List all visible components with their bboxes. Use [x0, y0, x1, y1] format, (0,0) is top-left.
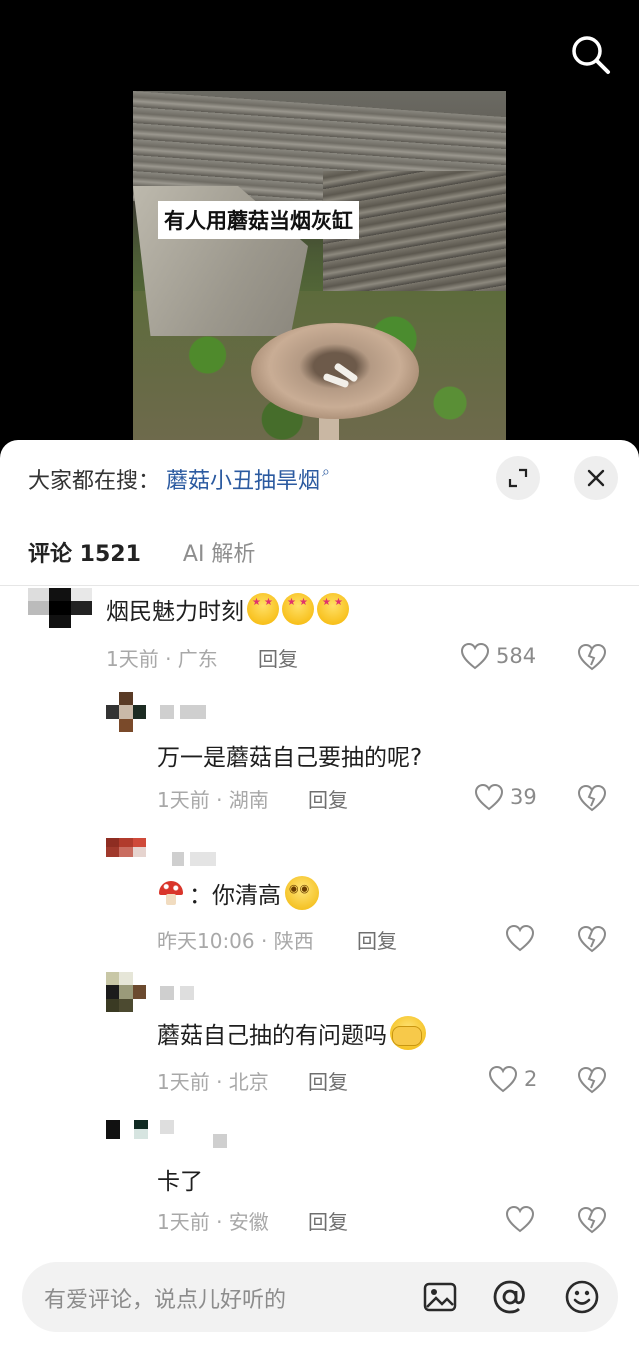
- reply-button[interactable]: 回复: [357, 925, 397, 954]
- comment-time-location: 1天前 · 北京: [157, 1070, 269, 1094]
- dislike-button[interactable]: [577, 925, 607, 957]
- emoji-button[interactable]: [564, 1279, 600, 1315]
- comment-tabs: 评论 1521 AI 解析: [28, 534, 255, 570]
- at-icon: [493, 1280, 525, 1314]
- image-button[interactable]: [422, 1279, 458, 1315]
- smiley-icon: [565, 1280, 599, 1314]
- comment-time-location: 昨天10:06 · 陕西: [157, 929, 314, 953]
- mushroom-emoji-icon: [157, 879, 185, 907]
- close-button[interactable]: [574, 456, 618, 500]
- username-blurred: [213, 1134, 227, 1148]
- comment-input-bar[interactable]: 有爱评论，说点儿好听的: [22, 1262, 618, 1332]
- expand-button[interactable]: [496, 456, 540, 500]
- reply-button[interactable]: 回复: [308, 1066, 348, 1095]
- facepalm-emoji-icon: [390, 1016, 426, 1050]
- comment-time-location: 1天前 · 安徽: [157, 1210, 269, 1234]
- comment-sheet: 大家都在搜： 蘑菇小丑抽旱烟 ⌕ 评论 1521 AI 解析 烟民魅力时刻 ★ …: [0, 440, 639, 1347]
- comment-body: 烟民魅力时刻: [106, 599, 244, 625]
- search-icon: [572, 36, 610, 74]
- username-blurred: [160, 705, 206, 719]
- comment-body: 万一是蘑菇自己要抽的呢?: [157, 745, 423, 771]
- comment-text: 万一是蘑菇自己要抽的呢?: [157, 738, 422, 772]
- heart-icon: [474, 783, 504, 811]
- dislike-button[interactable]: [577, 1066, 607, 1098]
- heart-icon: [460, 642, 490, 670]
- tab-comments[interactable]: 评论 1521: [28, 536, 141, 568]
- like-count: 2: [524, 1067, 538, 1091]
- tab-ai-analysis[interactable]: AI 解析: [183, 536, 256, 568]
- username-blurred: [160, 986, 194, 1000]
- close-icon: [587, 469, 605, 487]
- video-area[interactable]: 有人用蘑菇当烟灰缸: [0, 0, 639, 460]
- like-count: 39: [510, 785, 537, 809]
- username-blurred: [172, 852, 216, 866]
- trending-prefix: 大家都在搜：: [28, 469, 161, 494]
- avatar[interactable]: [106, 1120, 148, 1148]
- mention-button[interactable]: [492, 1279, 528, 1315]
- star-eyes-emoji-icon: [317, 593, 349, 625]
- star-eyes-emoji-icon: [282, 593, 314, 625]
- search-button[interactable]: [566, 30, 614, 78]
- avatar[interactable]: [106, 692, 146, 732]
- like-button[interactable]: 2: [488, 1065, 537, 1093]
- divider: [0, 585, 639, 586]
- dislike-button[interactable]: [577, 784, 607, 816]
- expand-icon: [508, 468, 528, 488]
- broken-heart-icon: [577, 1206, 607, 1234]
- username-blurred: [160, 1120, 174, 1134]
- avatar[interactable]: [28, 588, 92, 628]
- comment-body: 蘑菇自己抽的有问题吗: [157, 1023, 387, 1049]
- comment-text: 烟民魅力时刻: [106, 592, 349, 626]
- heart-icon: [505, 924, 535, 952]
- broken-heart-icon: [577, 784, 607, 812]
- comment-text: 蘑菇自己抽的有问题吗: [157, 1016, 426, 1050]
- mushroom-cap: [251, 323, 419, 419]
- like-button[interactable]: [505, 924, 541, 952]
- trending-search[interactable]: 大家都在搜： 蘑菇小丑抽旱烟 ⌕: [28, 462, 330, 496]
- comment-input[interactable]: 有爱评论，说点儿好听的: [44, 1282, 286, 1314]
- dislike-button[interactable]: [577, 643, 607, 675]
- like-button[interactable]: [505, 1205, 541, 1233]
- comment-time-location: 1天前 · 广东: [106, 647, 218, 671]
- heart-icon: [505, 1205, 535, 1233]
- comment-time-location: 1天前 · 湖南: [157, 788, 269, 812]
- like-button[interactable]: 39: [474, 783, 537, 811]
- broken-heart-icon: [577, 1066, 607, 1094]
- star-eyes-emoji-icon: [247, 593, 279, 625]
- heart-icon: [488, 1065, 518, 1093]
- reply-button[interactable]: 回复: [308, 784, 348, 813]
- comment-body: 卡了: [157, 1169, 203, 1195]
- reply-button[interactable]: 回复: [258, 643, 298, 672]
- image-icon: [423, 1282, 457, 1312]
- video-caption: 有人用蘑菇当烟灰缸: [158, 201, 359, 239]
- comment-text: 卡了: [157, 1162, 203, 1196]
- search-mini-icon: ⌕: [322, 464, 330, 480]
- video-frame[interactable]: 有人用蘑菇当烟灰缸: [133, 91, 506, 451]
- comment-text: ：你清高: [157, 876, 319, 910]
- avatar[interactable]: [106, 838, 146, 866]
- flushed-emoji-icon: [285, 876, 319, 910]
- broken-heart-icon: [577, 925, 607, 953]
- avatar[interactable]: [106, 972, 146, 1012]
- broken-heart-icon: [577, 643, 607, 671]
- dislike-button[interactable]: [577, 1206, 607, 1238]
- like-button[interactable]: 584: [460, 642, 536, 670]
- reply-button[interactable]: 回复: [308, 1206, 348, 1235]
- like-count: 584: [496, 644, 537, 668]
- trending-keyword-link[interactable]: 蘑菇小丑抽旱烟: [166, 463, 320, 495]
- comment-body: ：你清高: [189, 883, 281, 909]
